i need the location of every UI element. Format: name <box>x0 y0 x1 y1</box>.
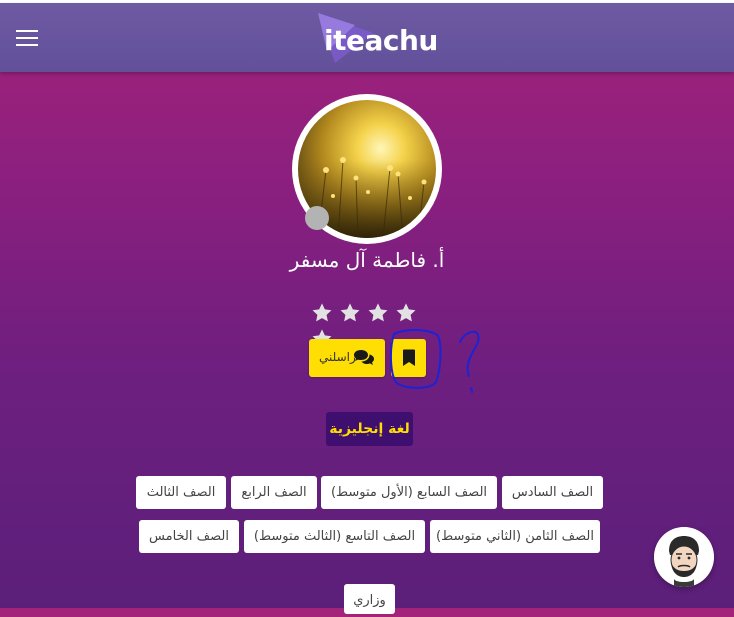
grade-tag[interactable]: الصف الثامن (الثاني متوسط) <box>430 520 600 553</box>
grade-tag[interactable]: الصف السابع (الأول متوسط) <box>321 476 497 509</box>
grade-tag[interactable]: الصف السادس <box>502 476 603 509</box>
logo[interactable]: iteachu <box>315 11 438 66</box>
chat-avatar-icon <box>654 527 714 587</box>
grade-tag[interactable]: الصف الثالث <box>136 476 226 509</box>
menu-button[interactable] <box>12 25 42 51</box>
teacher-name: أ. فاطمة آل مسفر <box>289 248 445 272</box>
grade-tag[interactable]: الصف التاسع (الثالث متوسط) <box>244 520 425 553</box>
star-icon <box>368 303 388 322</box>
message-me-button[interactable]: راسلني <box>309 339 385 377</box>
bookmark-icon <box>403 349 415 366</box>
bookmark-button[interactable] <box>391 339 426 377</box>
star-icon <box>312 303 332 322</box>
comments-icon <box>354 350 374 365</box>
grade-tag[interactable]: الصف الرابع <box>231 476 317 509</box>
hamburger-icon-bar <box>16 44 38 46</box>
grade-tag[interactable]: الصف الخامس <box>139 520 239 553</box>
rating-stars <box>311 302 426 348</box>
star-icon <box>340 303 360 322</box>
app-header: iteachu <box>0 3 734 72</box>
hamburger-icon <box>16 30 38 32</box>
chat-support-button[interactable] <box>654 527 714 587</box>
logo-text: iteachu <box>324 24 438 57</box>
star-icon <box>396 303 416 322</box>
hamburger-icon-bar <box>16 37 38 39</box>
message-me-label: راسلني <box>319 350 356 364</box>
grade-tag[interactable]: وزاري <box>344 584 395 614</box>
subject-badge[interactable]: لغة إنجليزية <box>326 412 413 446</box>
online-status-indicator <box>305 206 329 230</box>
